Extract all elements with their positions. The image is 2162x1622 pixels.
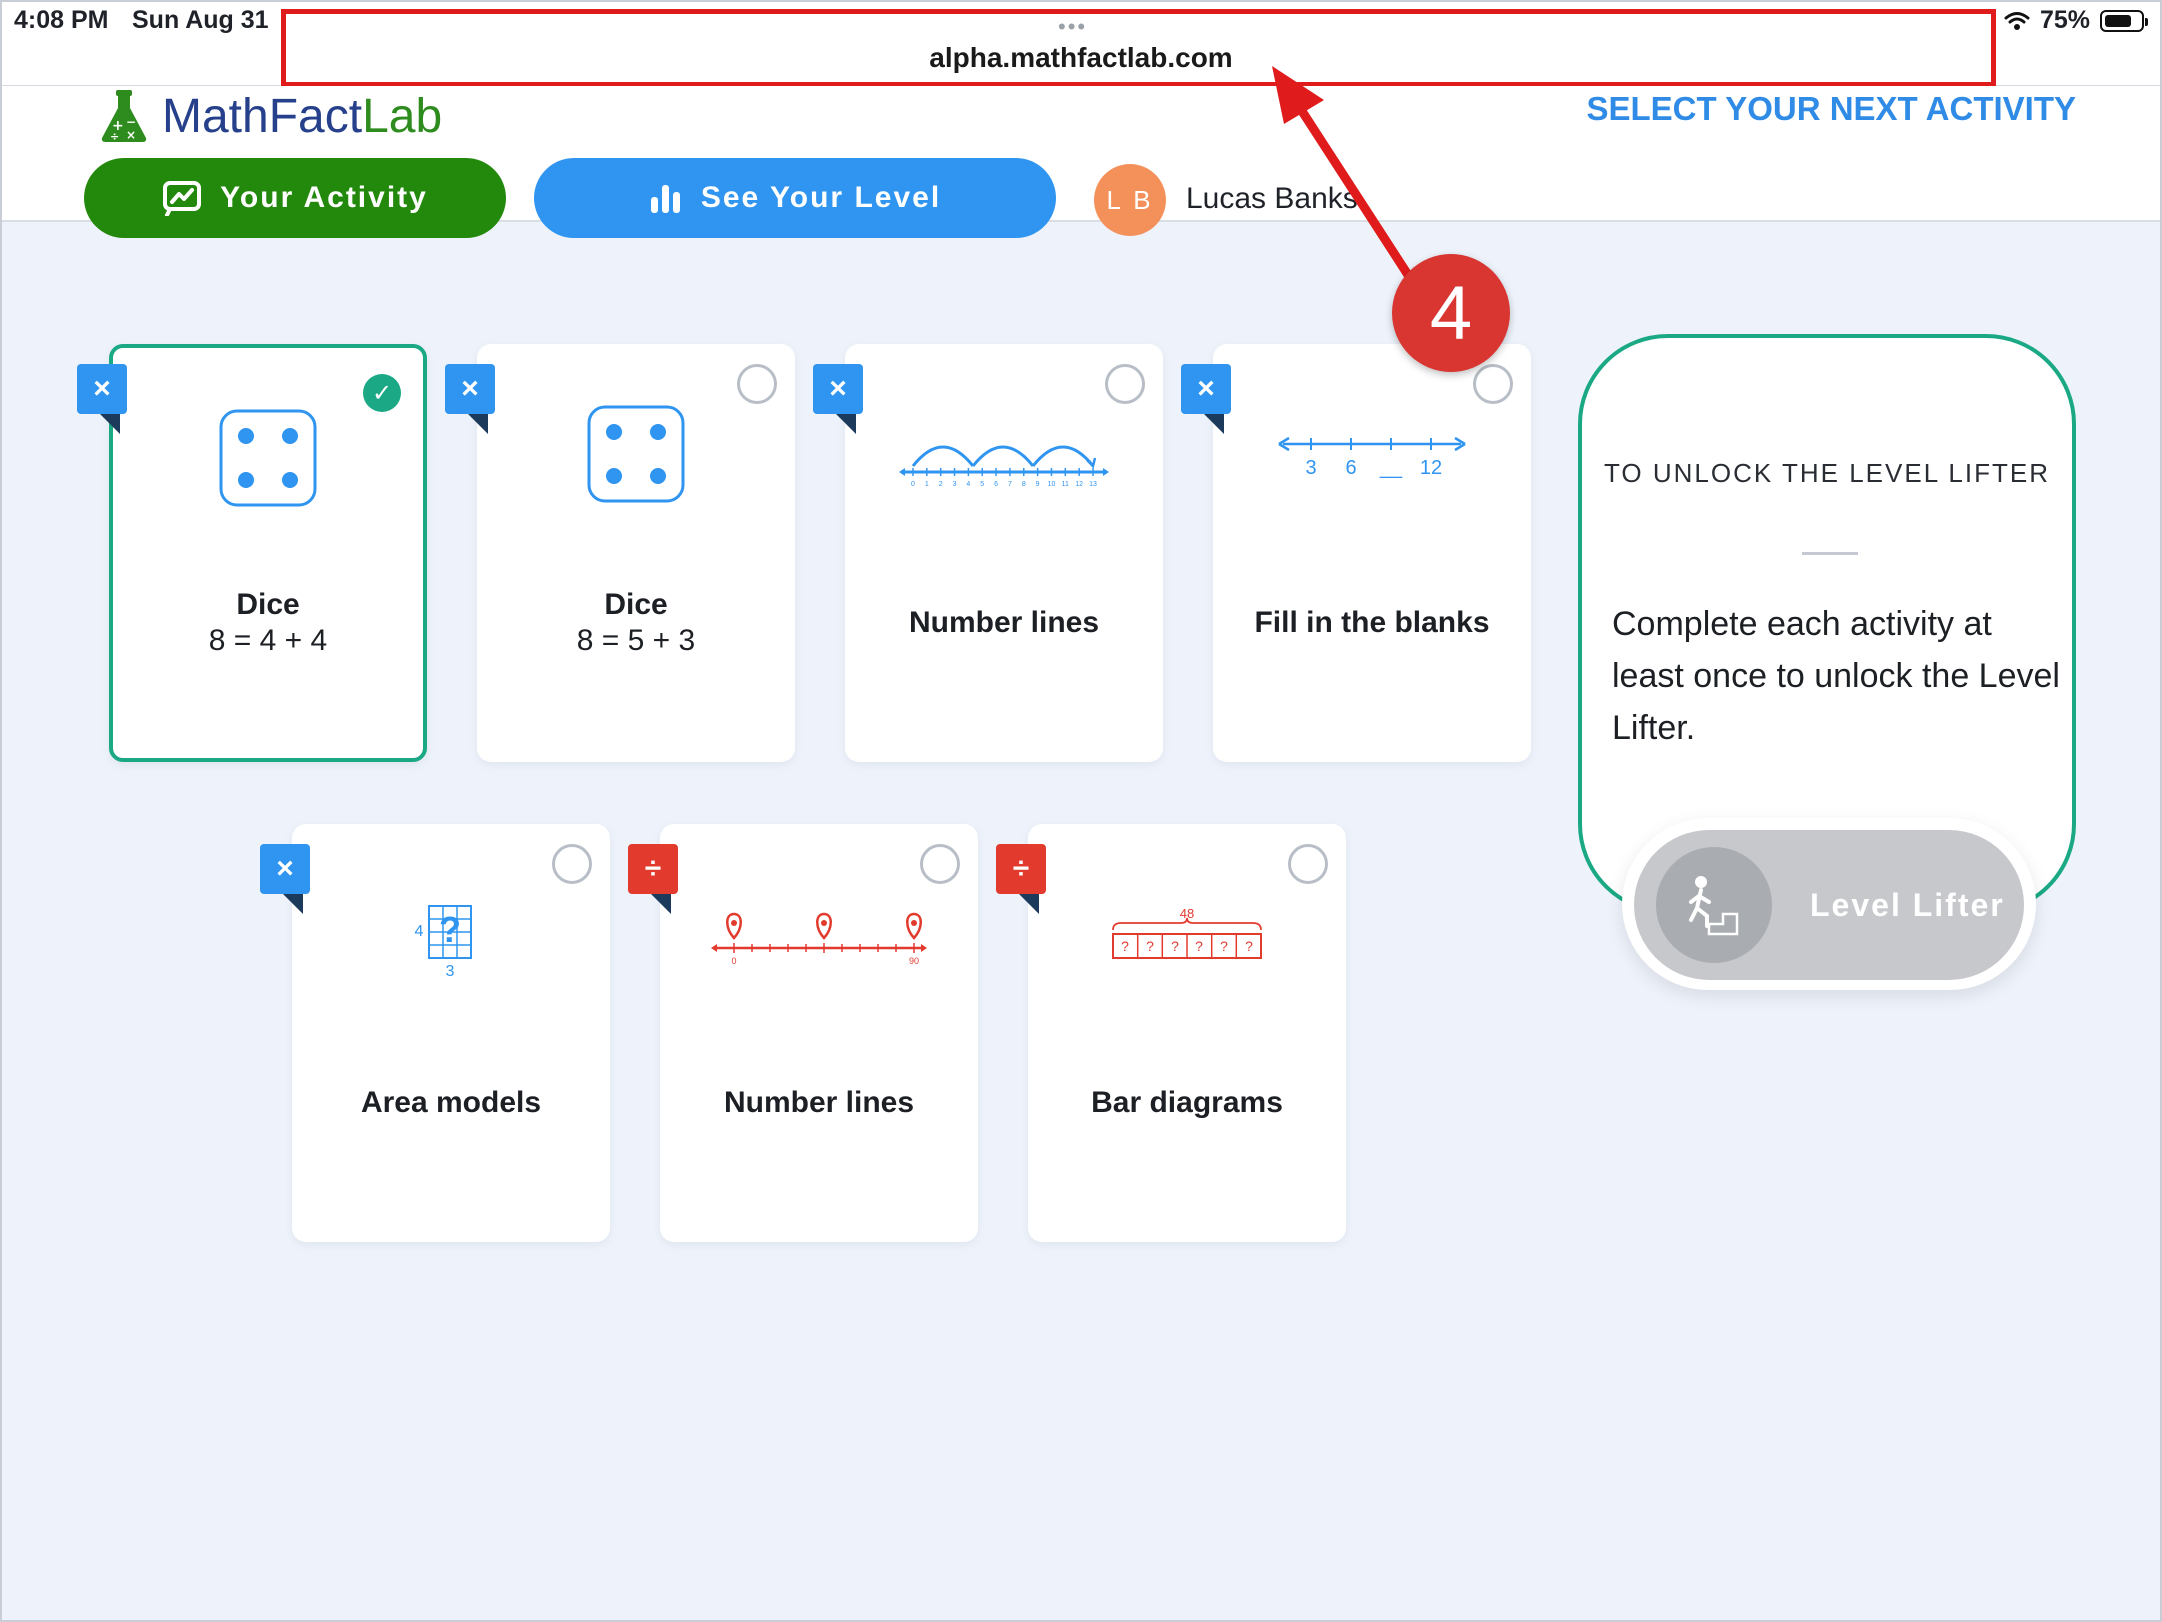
blank-line-label: 3 [1305, 457, 1316, 479]
bar-cell-label: ? [1245, 938, 1253, 954]
card-subtitle: 8 = 5 + 3 [576, 624, 696, 657]
svg-text:×: × [126, 128, 136, 142]
multiplication-badge: × [445, 364, 495, 414]
card-title: Dice [604, 588, 668, 621]
logo-text-lab: Lab [362, 89, 443, 143]
completed-check-icon: ✓ [363, 374, 401, 412]
number-line-jumps-icon: 0 1 2 3 4 5 6 7 8 9 10 11 12 13 [845, 430, 1163, 580]
status-right: 75% [2004, 6, 2148, 35]
number-line-tick-label: 8 [1022, 481, 1026, 488]
bar-diagram-icon: 48 ? ? ? ? ? ? [1028, 906, 1346, 1056]
see-your-level-button[interactable]: See Your Level [534, 158, 1056, 238]
number-line-tick-label: 11 [1062, 481, 1069, 488]
blank-line-label: 12 [1420, 457, 1442, 479]
blank-number-line-icon: 3 6 __ 12 [1213, 434, 1531, 584]
divider [1802, 552, 1858, 555]
see-your-level-label: See Your Level [700, 181, 942, 214]
number-line-tick-label: 5 [980, 481, 984, 488]
battery-percent: 75% [2039, 6, 2090, 34]
select-radio[interactable] [737, 364, 777, 404]
activity-card-division-number-lines[interactable]: 0 90 Number lines [660, 824, 978, 1242]
number-line-tick-label: 10 [1048, 481, 1056, 488]
number-line-tick-label: 13 [1089, 481, 1097, 488]
multiplication-badge: × [813, 364, 863, 414]
area-model-icon: ? 4 3 [292, 902, 610, 1052]
your-activity-button[interactable]: Your Activity [84, 158, 506, 238]
avatar[interactable]: L B [1094, 164, 1166, 236]
division-badge: ÷ [628, 844, 678, 894]
blank-line-label: __ [1379, 457, 1403, 479]
app-logo[interactable]: + − × ÷ MathFactLab [96, 88, 442, 144]
select-radio[interactable] [1105, 364, 1145, 404]
pin-line-end-label: 90 [909, 956, 919, 966]
number-line-tick-label: 0 [911, 481, 915, 488]
number-line-pins-icon: 0 90 [660, 908, 978, 1058]
flask-icon: + − × ÷ [101, 90, 147, 143]
status-date: Sun Aug 31 [132, 6, 269, 34]
multiplication-badge: × [1181, 364, 1231, 414]
wifi-icon [2004, 11, 2030, 30]
multiplication-badge: × [77, 364, 127, 414]
unlock-description: Complete each activity at least once to … [1612, 605, 2060, 747]
division-badge: ÷ [996, 844, 1046, 894]
select-radio[interactable] [1288, 844, 1328, 884]
activity-card-dice-4-4[interactable]: ✓ Dice 8 = 4 + 4 [109, 344, 427, 762]
bar-cell-label: ? [1146, 938, 1154, 954]
user-name: Lucas Banks [1186, 182, 1358, 215]
card-title: Bar diagrams [1091, 1086, 1283, 1119]
battery-icon [2100, 9, 2148, 32]
card-title: Number lines [908, 606, 1100, 639]
bar-cell-label: ? [1195, 938, 1203, 954]
annotation-highlight-box [281, 9, 1996, 87]
dice-icon [477, 404, 795, 554]
number-line-tick-label: 2 [939, 481, 943, 488]
stairs-climber-icon [1656, 847, 1772, 963]
number-line-tick-label: 7 [1008, 481, 1012, 488]
unlock-heading: TO UNLOCK THE LEVEL LIFTER [1604, 458, 2050, 488]
level-lifter-label: Level Lifter [1810, 886, 2005, 923]
activity-card-area-models[interactable]: ? 4 3 Area models [292, 824, 610, 1242]
card-subtitle: 8 = 4 + 4 [208, 624, 328, 657]
bar-cell-label: ? [1220, 938, 1228, 954]
select-radio[interactable] [552, 844, 592, 884]
dice-icon [113, 408, 423, 558]
card-title: Dice [236, 588, 300, 621]
area-model-question-mark: ? [439, 909, 461, 950]
app-header: + − × ÷ MathFactLab SELECT YOUR NEXT ACT… [0, 86, 2162, 238]
activity-chart-icon [163, 181, 202, 216]
card-title: Area models [360, 1086, 542, 1119]
area-model-bottom-label: 3 [446, 963, 455, 980]
select-next-activity-heading: SELECT YOUR NEXT ACTIVITY [1586, 90, 2076, 127]
activity-card-bar-diagrams[interactable]: 48 ? ? ? ? ? ? Bar diagrams [1028, 824, 1346, 1242]
number-line-tick-label: 9 [1036, 481, 1040, 488]
activity-card-dice-5-3[interactable]: Dice 8 = 5 + 3 [477, 344, 795, 762]
bar-cell-label: ? [1171, 938, 1179, 954]
number-line-tick-label: 1 [925, 481, 929, 488]
card-title: Fill in the blanks [1254, 606, 1490, 639]
level-lifter-button[interactable]: Level Lifter [1634, 830, 2024, 980]
logo-text: MathFactLab [162, 89, 442, 144]
area-model-side-label: 4 [415, 923, 424, 940]
annotation-step-number: 4 [1392, 254, 1510, 372]
number-line-tick-label: 4 [966, 481, 970, 488]
bar-cell-label: ? [1121, 938, 1129, 954]
blank-line-label: 6 [1345, 457, 1356, 479]
pin-line-start-label: 0 [731, 956, 736, 966]
bar-chart-icon [650, 185, 680, 213]
number-line-tick-label: 12 [1075, 481, 1083, 488]
activity-card-fill-in-the-blanks[interactable]: 3 6 __ 12 Fill in the blanks [1213, 344, 1531, 762]
card-title: Number lines [723, 1086, 915, 1119]
activity-card-number-lines[interactable]: 0 1 2 3 4 5 6 7 8 9 10 11 12 13 Number lines [845, 344, 1163, 762]
svg-text:÷: ÷ [110, 130, 119, 143]
select-radio[interactable] [1473, 364, 1513, 404]
select-radio[interactable] [920, 844, 960, 884]
status-time: 4:08 PM [14, 6, 109, 34]
multiplication-badge: × [260, 844, 310, 894]
svg-text:−: − [126, 115, 136, 129]
logo-text-mathfact: MathFact [162, 89, 363, 143]
number-line-tick-label: 3 [953, 481, 957, 488]
number-line-tick-label: 6 [994, 481, 998, 488]
your-activity-label: Your Activity [220, 181, 428, 214]
